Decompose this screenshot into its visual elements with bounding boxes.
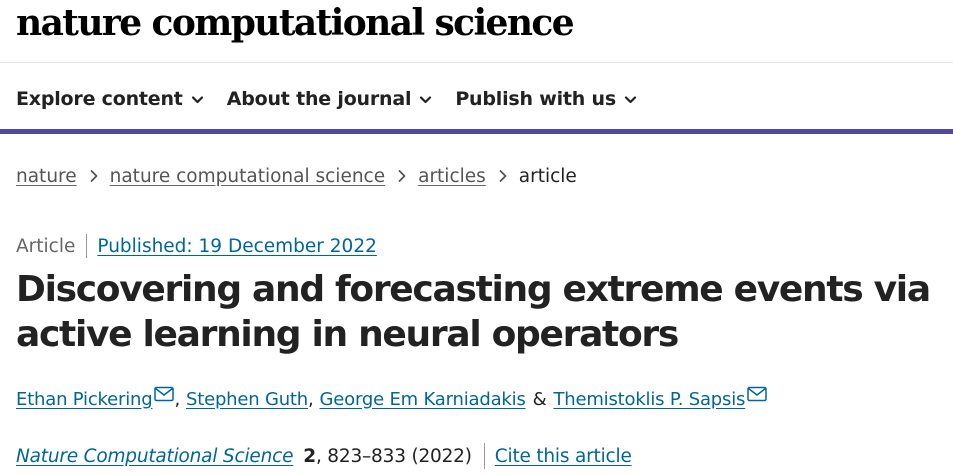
- citation-line: Nature Computational Science 2 , 823–833…: [16, 443, 632, 469]
- journal-pages-year: , 823–833 (2022): [315, 445, 472, 467]
- main-nav: Explore content About the journal Publis…: [16, 84, 660, 114]
- article-meta: Article Published: 19 December 2022: [16, 233, 377, 259]
- chevron-down-icon: [419, 93, 432, 106]
- header-divider: [0, 62, 953, 63]
- chevron-right-icon: [498, 169, 508, 183]
- author-link[interactable]: George Em Karniadakis: [320, 389, 526, 410]
- breadcrumb-link-journal[interactable]: nature computational science: [110, 166, 385, 187]
- breadcrumb-current: article: [518, 165, 577, 187]
- mail-icon[interactable]: [154, 386, 175, 402]
- author-conjunction: &: [532, 388, 547, 410]
- nav-about-journal[interactable]: About the journal: [227, 88, 433, 110]
- chevron-down-icon: [624, 93, 637, 106]
- breadcrumb-link-nature[interactable]: nature: [16, 166, 77, 187]
- breadcrumb: nature nature computational science arti…: [16, 163, 577, 189]
- nav-explore-content[interactable]: Explore content: [16, 88, 204, 110]
- nav-publish-with-us-label: Publish with us: [455, 88, 616, 110]
- nav-about-journal-label: About the journal: [226, 88, 412, 110]
- chevron-down-icon: [191, 93, 204, 106]
- breadcrumb-link-articles[interactable]: articles: [418, 166, 486, 187]
- citation-divider: [483, 443, 485, 469]
- accent-bar: [0, 129, 953, 134]
- meta-divider: [86, 234, 88, 258]
- nav-explore-content-label: Explore content: [16, 88, 183, 110]
- chevron-right-icon: [397, 169, 407, 183]
- author-separator: ,: [174, 388, 180, 410]
- site-logo[interactable]: nature computational science: [16, 2, 575, 44]
- author-link[interactable]: Themistoklis P. Sapsis: [553, 389, 745, 410]
- author-separator: ,: [308, 388, 314, 410]
- nav-publish-with-us[interactable]: Publish with us: [455, 88, 637, 110]
- mail-icon[interactable]: [747, 386, 767, 402]
- chevron-right-icon: [89, 169, 99, 183]
- author-link[interactable]: Ethan Pickering: [16, 389, 153, 410]
- article-type: Article: [16, 235, 76, 257]
- author-link[interactable]: Stephen Guth: [186, 389, 308, 410]
- cite-this-article-link[interactable]: Cite this article: [495, 446, 632, 467]
- journal-volume: 2: [303, 445, 316, 467]
- author-list: Ethan Pickering , Stephen Guth , George …: [16, 386, 767, 412]
- journal-link[interactable]: Nature Computational Science: [16, 446, 293, 467]
- article-title: Discovering and forecasting extreme even…: [16, 269, 931, 355]
- published-date-link[interactable]: Published: 19 December 2022: [97, 236, 377, 257]
